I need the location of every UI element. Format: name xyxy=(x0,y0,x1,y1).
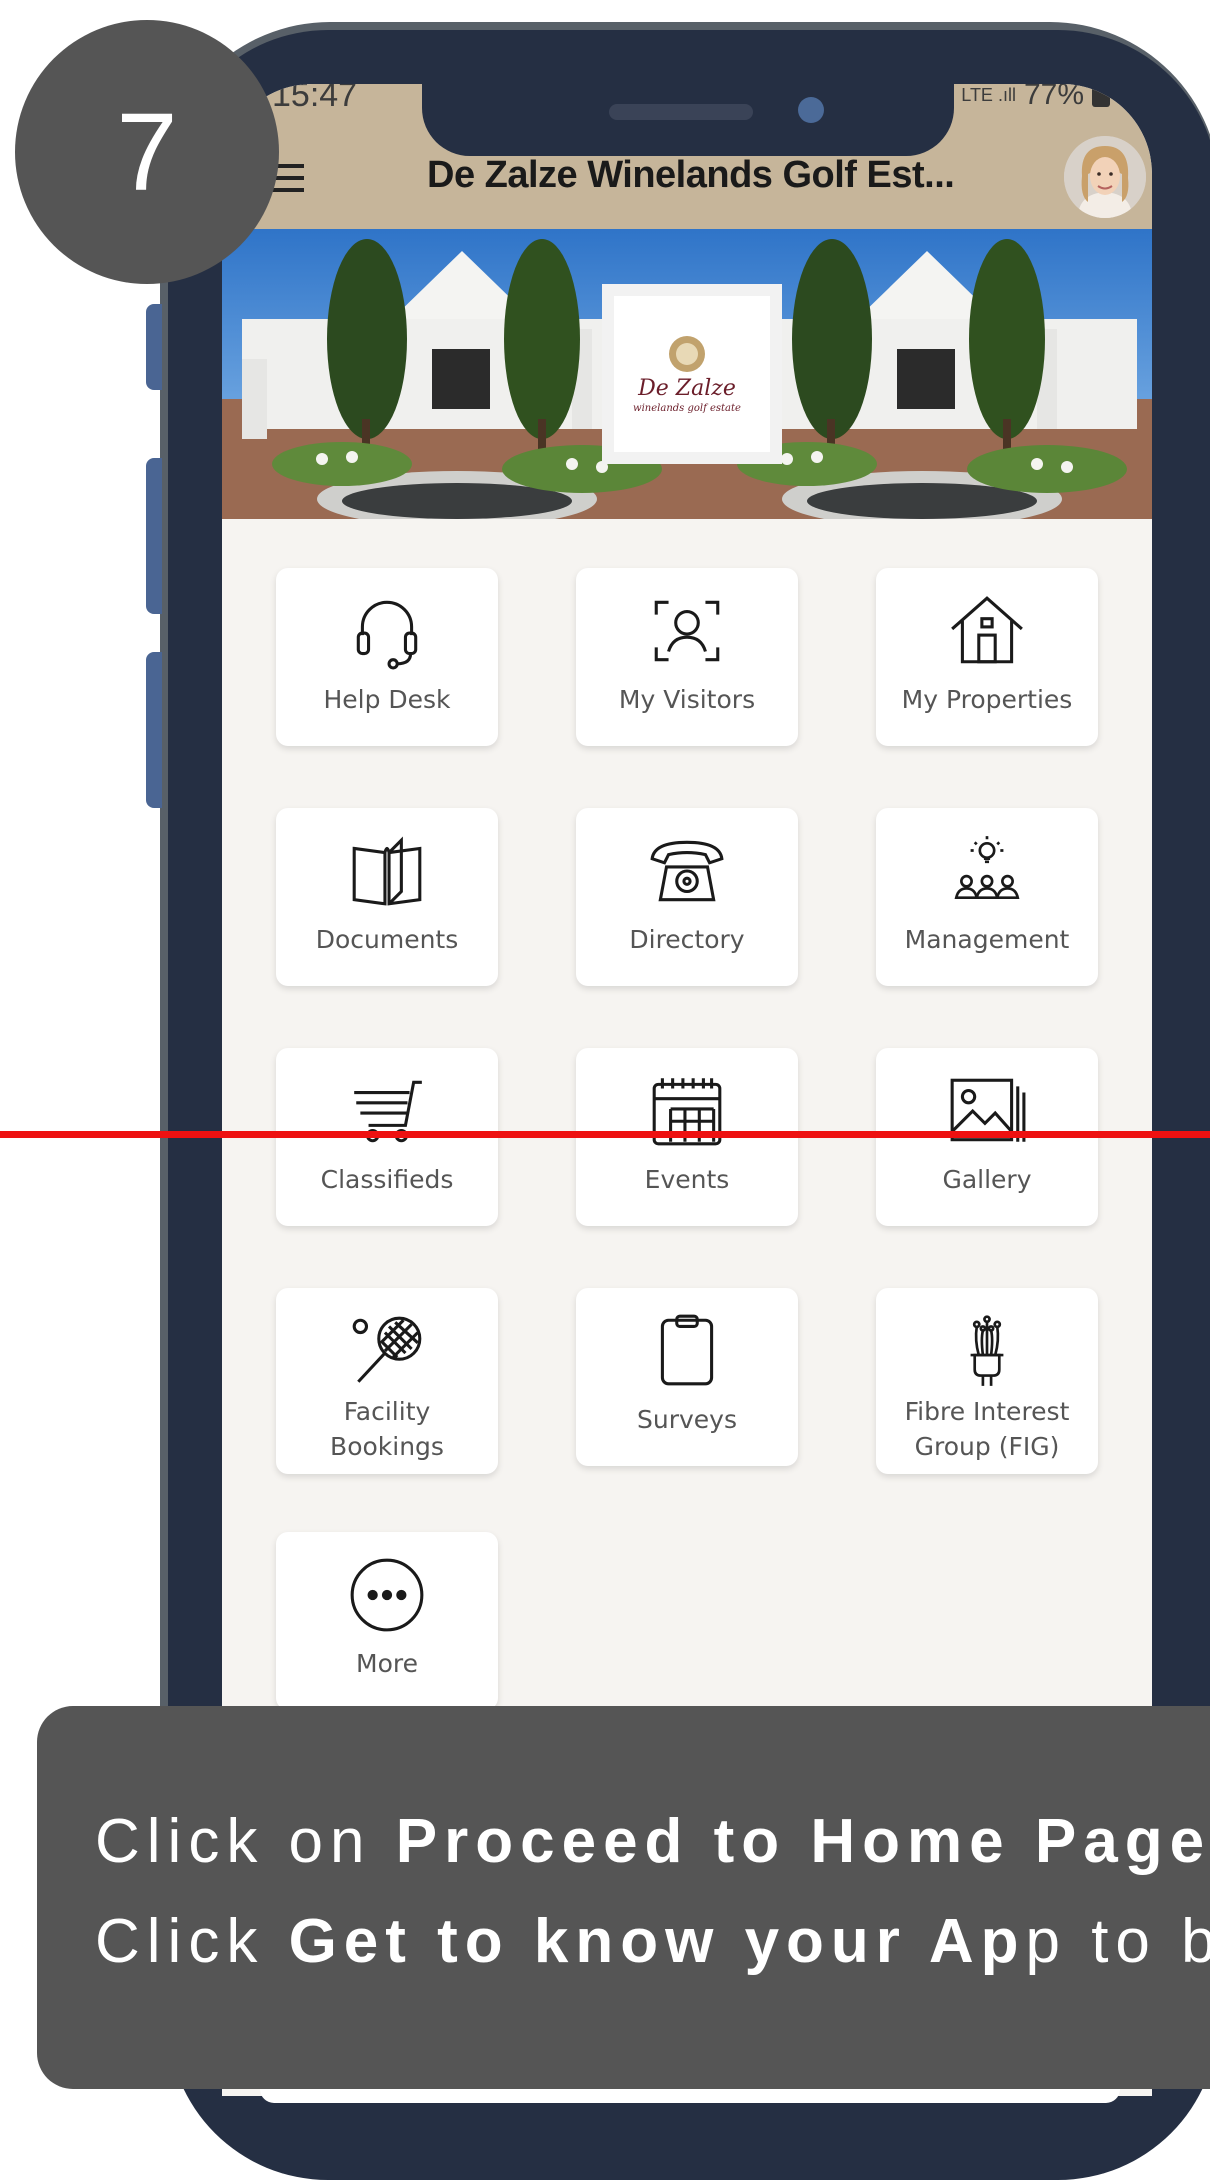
tile-documents[interactable]: Documents xyxy=(276,808,498,986)
tile-label: Documents xyxy=(282,922,492,957)
status-indicators: LTE .ıll 77% xyxy=(961,84,1110,112)
tile-more[interactable]: More xyxy=(276,1532,498,1710)
tile-label: More xyxy=(282,1646,492,1681)
signal-indicator: LTE .ıll xyxy=(961,85,1016,106)
caption-line-1: Click on Proceed to Home Page xyxy=(95,1806,1210,1877)
tile-my-properties[interactable]: My Properties xyxy=(876,568,1098,746)
tile-label: Surveys xyxy=(582,1402,792,1437)
house-icon xyxy=(946,590,1028,672)
step-number-badge: 7 xyxy=(15,20,279,284)
phone-bottom-edge xyxy=(260,2089,1120,2103)
fibre-cable-icon xyxy=(946,1310,1028,1392)
tile-help-desk[interactable]: Help Desk xyxy=(276,568,498,746)
tile-directory[interactable]: Directory xyxy=(576,808,798,986)
phone-side-button-3 xyxy=(146,652,162,808)
phone-speaker xyxy=(609,104,753,120)
tile-facility-bookings[interactable]: Facility Bookings xyxy=(276,1288,498,1474)
open-book-icon xyxy=(346,830,428,912)
banner-logo-sub: winelands golf estate xyxy=(633,403,741,414)
tile-label: Classifieds xyxy=(282,1162,492,1197)
calendar-icon xyxy=(646,1070,728,1152)
red-guide-line xyxy=(0,1131,1210,1138)
app-title: De Zalze Winelands Golf Est... xyxy=(427,154,987,197)
tile-label: Events xyxy=(582,1162,792,1197)
phone-notch xyxy=(422,84,954,156)
tile-label: Directory xyxy=(582,922,792,957)
battery-level: 77% xyxy=(1024,84,1084,112)
banner-image: De Zalze winelands golf estate xyxy=(222,229,1152,519)
tile-management[interactable]: Management xyxy=(876,808,1098,986)
phone-camera xyxy=(798,97,824,123)
caption-line-1-prefix: Click on xyxy=(95,1807,396,1876)
phone-side-button-2 xyxy=(146,458,162,614)
step-number: 7 xyxy=(116,89,177,216)
banner-logo-script: De Zalze xyxy=(637,376,736,401)
tile-label: Facility Bookings xyxy=(282,1394,492,1464)
tile-label: My Properties xyxy=(882,682,1092,717)
tile-label: Fibre Interest Group (FIG) xyxy=(882,1394,1092,1464)
face-scan-icon xyxy=(646,590,728,672)
tile-surveys[interactable]: Surveys xyxy=(576,1288,798,1466)
tile-my-visitors[interactable]: My Visitors xyxy=(576,568,798,746)
shopping-cart-icon xyxy=(346,1070,428,1152)
headset-icon xyxy=(346,590,428,672)
tile-label: Help Desk xyxy=(282,682,492,717)
status-time: 15:47 xyxy=(272,84,357,115)
more-dots-icon xyxy=(346,1554,428,1636)
instruction-caption: Click on Proceed to Home Page Click Get … xyxy=(37,1706,1210,2089)
tennis-racket-icon xyxy=(346,1310,428,1392)
image-gallery-icon xyxy=(946,1070,1028,1152)
telephone-icon xyxy=(646,830,728,912)
tile-label: Gallery xyxy=(882,1162,1092,1197)
battery-icon xyxy=(1092,84,1110,107)
caption-line-2-prefix: Click xyxy=(95,1907,289,1976)
avatar[interactable] xyxy=(1064,136,1146,218)
phone-side-button-1 xyxy=(146,304,162,390)
caption-line-2: Click Get to know your App to be xyxy=(95,1906,1210,1977)
clipboard-icon xyxy=(646,1310,728,1392)
tile-label: My Visitors xyxy=(582,682,792,717)
tile-label: Management xyxy=(882,922,1092,957)
lightbulb-team-icon xyxy=(946,830,1028,912)
caption-line-2-suffix: p to be xyxy=(1026,1907,1210,1976)
tile-fibre-interest-group[interactable]: Fibre Interest Group (FIG) xyxy=(876,1288,1098,1474)
caption-line-1-bold: Proceed to Home Page xyxy=(396,1807,1210,1876)
caption-line-2-bold: Get to know your Ap xyxy=(289,1907,1026,1976)
estate-banner: De Zalze winelands golf estate xyxy=(222,229,1152,519)
